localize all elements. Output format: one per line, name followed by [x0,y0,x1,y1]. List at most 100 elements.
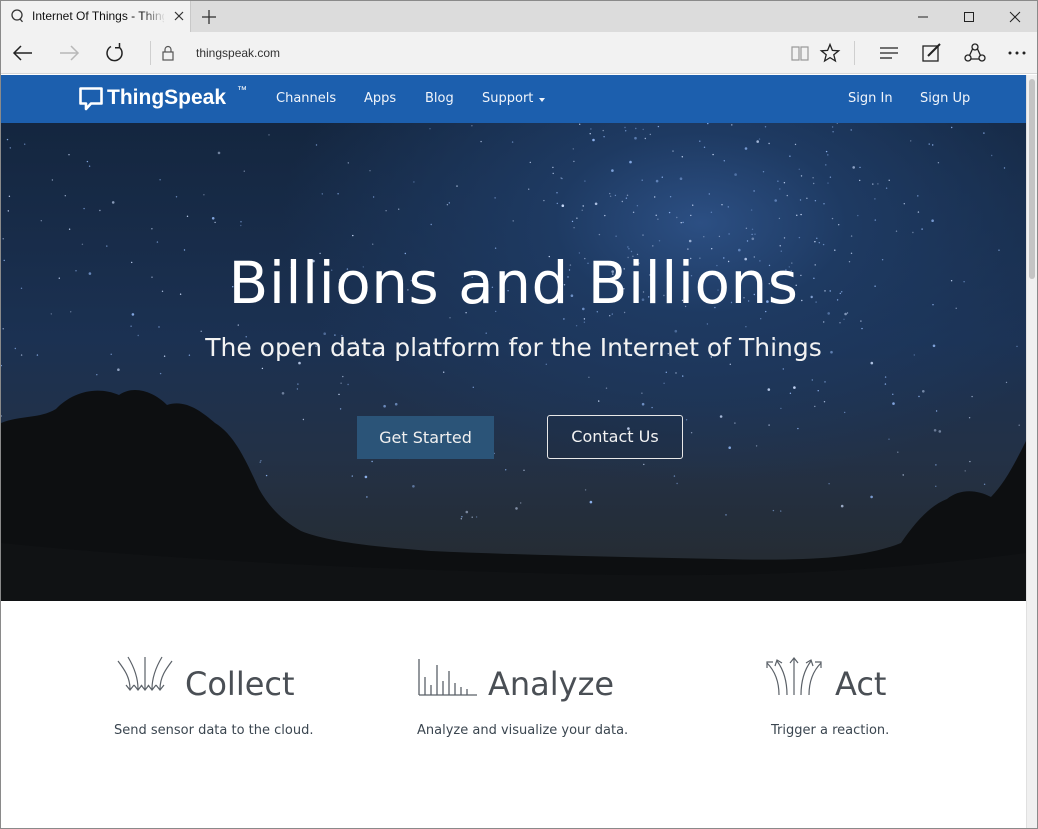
star [321,193,323,195]
nav-sign-up[interactable]: Sign Up [920,91,970,106]
star [583,318,586,320]
star [806,197,808,199]
star [130,325,132,327]
star [560,177,562,179]
star [703,146,706,148]
star [512,220,514,222]
star [824,381,826,383]
star [838,224,840,226]
star [446,204,449,206]
hero-subtitle: The open data platform for the Internet … [205,333,822,362]
star [663,382,665,384]
minimize-button[interactable] [900,1,946,32]
refresh-icon[interactable] [102,41,128,65]
star [582,205,584,207]
star [615,235,617,237]
star [624,126,626,129]
star [369,170,371,172]
star [861,327,863,330]
nav-channels[interactable]: Channels [276,91,336,106]
star [782,368,784,370]
star [728,233,730,235]
star [917,195,919,197]
star [774,199,777,202]
plus-icon[interactable] [199,7,219,27]
star [812,177,814,179]
star [430,223,432,226]
star [372,243,374,245]
star [793,386,796,389]
star [783,237,786,239]
star [472,386,474,388]
star [158,326,160,328]
star [888,438,890,440]
forward-arrow-icon[interactable] [56,41,82,65]
star [609,195,612,197]
scrollbar-thumb[interactable] [1029,79,1035,279]
feature-title: Act [835,665,887,703]
star [983,483,986,485]
star [552,166,554,169]
star [9,147,11,149]
star [1,415,2,417]
close-icon[interactable] [172,9,186,23]
close-window-button[interactable] [992,1,1037,32]
star [971,395,973,398]
star [652,245,654,247]
nav-support[interactable]: Support [482,91,533,106]
nav-blog[interactable]: Blog [425,91,454,106]
star [798,236,801,239]
nav-sign-in[interactable]: Sign In [848,91,893,106]
star [844,411,846,414]
star [823,203,825,205]
star [1,364,2,367]
caret-down-icon[interactable] [539,98,545,102]
lock-icon[interactable] [161,44,175,62]
star [604,214,606,217]
more-icon[interactable] [1005,43,1029,63]
star [589,133,591,135]
star [682,375,684,377]
star-icon[interactable] [819,42,841,64]
star [708,193,710,195]
star [337,193,339,195]
reading-view-icon[interactable] [789,43,811,63]
hub-icon[interactable] [877,43,901,63]
back-arrow-icon[interactable] [10,41,36,65]
star [681,156,683,158]
star [744,147,748,150]
web-note-icon[interactable] [920,42,944,64]
share-icon[interactable] [963,42,987,64]
analyze-bars-icon [418,659,477,696]
star [371,460,373,463]
close-window-icon [1009,11,1021,23]
star [786,194,788,197]
url-field[interactable]: thingspeak.com [196,46,280,60]
star [843,318,845,320]
get-started-button[interactable]: Get Started [357,416,494,459]
star [823,321,825,323]
star [885,187,888,189]
star [340,382,342,384]
feature-description: Analyze and visualize your data. [417,723,629,738]
toolbar-separator [854,41,855,65]
maximize-button[interactable] [946,1,992,32]
star [874,219,876,221]
star [918,395,920,398]
star [211,217,215,220]
browser-tab[interactable]: Internet Of Things - ThingSpeak [1,1,191,32]
contact-us-button[interactable]: Contact Us [547,415,683,459]
star [88,165,91,167]
star [8,195,11,197]
vertical-scrollbar[interactable] [1026,75,1037,828]
star [265,474,268,477]
star [429,128,431,130]
star [449,317,451,319]
star [594,202,598,206]
star [461,516,463,518]
star [814,241,816,243]
star [543,199,545,202]
star [471,516,473,518]
star [243,170,245,172]
nav-apps[interactable]: Apps [364,91,396,106]
